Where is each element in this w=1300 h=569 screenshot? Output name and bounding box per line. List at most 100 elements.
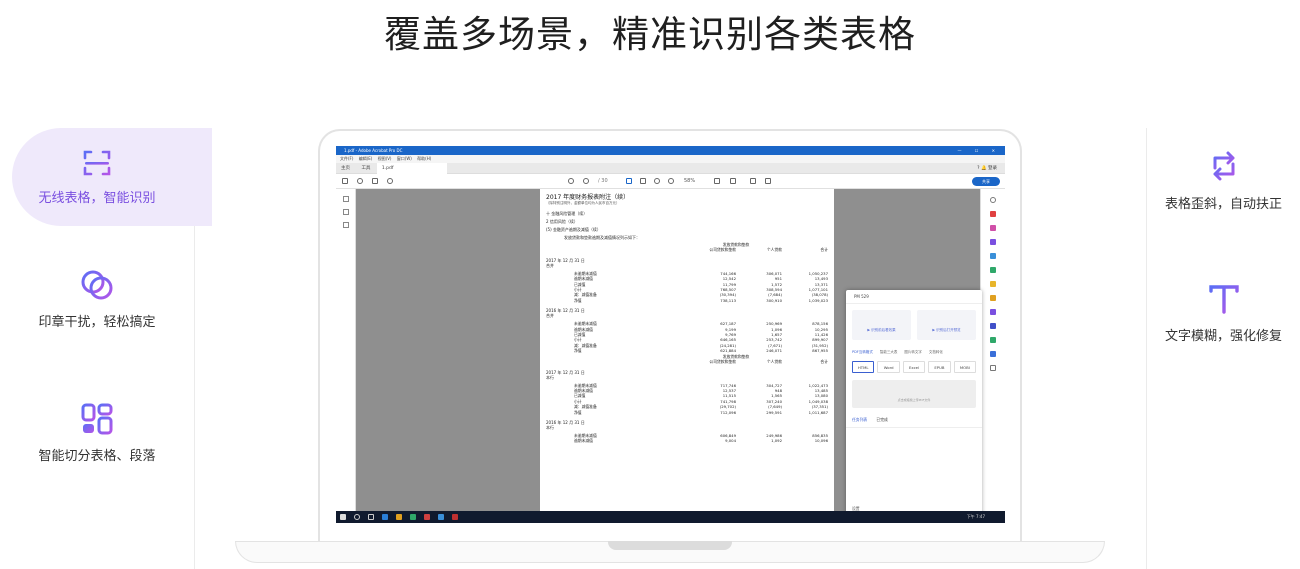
tab-document[interactable]: 1.pdf: [376, 163, 447, 174]
block-scope: 本行: [546, 374, 554, 380]
panel-tab[interactable]: 智能三大表: [880, 350, 898, 355]
tab-tools[interactable]: 工具: [356, 163, 375, 174]
zoom-tool-icon[interactable]: [990, 197, 996, 203]
organize-pages-icon[interactable]: [990, 253, 996, 259]
app-icon[interactable]: [424, 514, 430, 520]
export-pdf-icon[interactable]: [990, 239, 996, 245]
feature-label: 智能切分表格、段落: [38, 449, 156, 464]
feature-label: 表格歪斜，自动扶正: [1164, 197, 1282, 212]
feature-skew-correction[interactable]: 表格歪斜，自动扶正: [1147, 148, 1300, 212]
col-header: 个人贷款: [766, 247, 782, 253]
prev-page-icon[interactable]: [568, 178, 574, 184]
format-option[interactable]: EPUB: [928, 361, 951, 373]
windows-start-icon[interactable]: [340, 514, 346, 520]
stamp-icon[interactable]: [990, 295, 996, 301]
save-icon[interactable]: [342, 178, 348, 184]
folder-icon[interactable]: [396, 514, 402, 520]
panel-tab[interactable]: PDF互转格式: [852, 350, 873, 355]
create-pdf-icon[interactable]: [990, 211, 996, 217]
menu-item[interactable]: 帮助(H): [417, 156, 431, 161]
window-title: 1.pdf - Adobe Acrobat Pro DC: [344, 148, 403, 153]
attachment-icon[interactable]: [342, 222, 349, 228]
table-row: 净值 738,113 300,910 1,039,023: [546, 298, 828, 303]
more-tools-icon[interactable]: [990, 365, 996, 371]
table-row: 逾期未减值 9,004 1,092 10,096: [546, 438, 828, 443]
edit-pdf-icon[interactable]: [990, 225, 996, 231]
laptop-screen: 1.pdf - Adobe Acrobat Pro DC — ☐ ✕ 文件(F)…: [336, 146, 1005, 523]
send-icon[interactable]: [990, 323, 996, 329]
laptop-notch: [608, 541, 732, 550]
task-tab[interactable]: 任务列表: [852, 417, 867, 422]
select-tool-icon[interactable]: [626, 178, 632, 184]
comment-icon[interactable]: [750, 178, 756, 184]
menu-item[interactable]: 窗口(W): [397, 156, 412, 161]
scroll-mode-icon[interactable]: [730, 178, 736, 184]
right-tool-rail: [980, 189, 1005, 511]
pen-icon[interactable]: [765, 178, 771, 184]
doc-block-heading: 2017 年 12 月 31 日本行: [546, 370, 828, 380]
format-option[interactable]: MOBI: [953, 361, 977, 373]
feature-label: 印章干扰，轻松搞定: [38, 315, 156, 330]
menu-item[interactable]: 编辑(E): [359, 156, 373, 161]
doc-table-blocks: 发放贷款和垫款 公司贷款和垫款 个人贷款 合计 2017 年 12 月 31 日合并 未逾…: [546, 242, 828, 444]
format-option[interactable]: Excel: [902, 361, 926, 373]
page-count: / 30: [598, 178, 608, 184]
edge-icon[interactable]: [382, 514, 388, 520]
doc-data-table: 未逾期未减值 717,746 304,727 1,022,473 逾期未减值 12,537…: [546, 383, 828, 415]
col-header: 公司贷款和垫款: [709, 247, 736, 253]
feature-seal-interference[interactable]: 印章干扰，轻松搞定: [0, 268, 194, 330]
print-production-icon[interactable]: [990, 337, 996, 343]
task-tab[interactable]: 已完成: [876, 417, 887, 422]
format-option[interactable]: Word: [877, 361, 900, 373]
search-icon[interactable]: [354, 514, 360, 520]
app-icon[interactable]: [438, 514, 444, 520]
block-scope: 合并: [546, 262, 554, 268]
zoom-out-icon[interactable]: [654, 178, 660, 184]
acrobat-icon[interactable]: [452, 514, 458, 520]
feature-smart-split[interactable]: 智能切分表格、段落: [0, 402, 194, 464]
protect-icon[interactable]: [990, 351, 996, 357]
tab-home[interactable]: 主页: [336, 163, 355, 174]
upload-drop-zone[interactable]: 点击或拖拽上传PDF文件: [852, 380, 976, 408]
menu-item[interactable]: 视图(V): [378, 156, 392, 161]
menu-item[interactable]: 文件(F): [340, 156, 353, 161]
fit-page-icon[interactable]: [714, 178, 720, 184]
panel-tab[interactable]: 图片转文字: [904, 350, 922, 355]
demo-card[interactable]: ▶ 识别后打开预览: [917, 310, 976, 340]
feature-wireless-table[interactable]: 无线表格，智能识别: [0, 128, 212, 226]
comment-tool-icon[interactable]: [990, 281, 996, 287]
bookmark-icon[interactable]: [342, 209, 349, 215]
feature-blur-repair[interactable]: 文字模糊，强化修复: [1147, 282, 1300, 344]
doc-data-table: 未逾期未减值 606,849 249,986 856,835 逾期未减值 9,004 1,0…: [546, 433, 828, 444]
demo-card[interactable]: ▶ 识别前后看效果: [852, 310, 911, 340]
window-titlebar: 1.pdf - Adobe Acrobat Pro DC — ☐ ✕: [336, 146, 1005, 155]
fill-sign-icon[interactable]: [990, 309, 996, 315]
hand-tool-icon[interactable]: [640, 178, 646, 184]
table-cell: 712,096: [720, 409, 736, 415]
search-icon[interactable]: [387, 178, 393, 184]
scan-ocr-icon[interactable]: [990, 267, 996, 273]
pages-icon[interactable]: [342, 196, 349, 202]
window-controls[interactable]: — ☐ ✕: [958, 146, 1001, 155]
app-tab-bar: 主页 工具 1.pdf ? 🔔 登录: [336, 163, 1005, 174]
menu-bar: 文件(F) 编辑(E) 视图(V) 窗口(W) 帮助(H): [336, 155, 1005, 163]
tab-right-actions[interactable]: ? 🔔 登录: [977, 163, 997, 174]
panel-tab[interactable]: 文档转化: [929, 350, 943, 355]
table-cell: 10,096: [814, 438, 828, 444]
block-scope: 本行: [546, 424, 554, 430]
col-header: 合计: [820, 359, 828, 365]
table-row: 净值 712,096 299,591 1,011,687: [546, 410, 828, 415]
right-feature-column: 表格歪斜，自动扶正 文字模糊，强化修复: [1146, 128, 1300, 569]
share-button[interactable]: 共享: [972, 177, 1000, 186]
next-page-icon[interactable]: [583, 178, 589, 184]
chrome-icon[interactable]: [410, 514, 416, 520]
zoom-level[interactable]: 58%: [684, 174, 695, 189]
upload-icon[interactable]: [357, 178, 363, 184]
layout-blocks-icon: [81, 403, 113, 435]
format-option[interactable]: HTML: [852, 361, 875, 373]
print-icon[interactable]: [372, 178, 378, 184]
panel-header: PM 529: [846, 290, 982, 304]
zoom-in-icon[interactable]: [668, 178, 674, 184]
doc-line: 十 金融风险管理（续）: [546, 211, 588, 216]
task-view-icon[interactable]: [368, 514, 374, 520]
